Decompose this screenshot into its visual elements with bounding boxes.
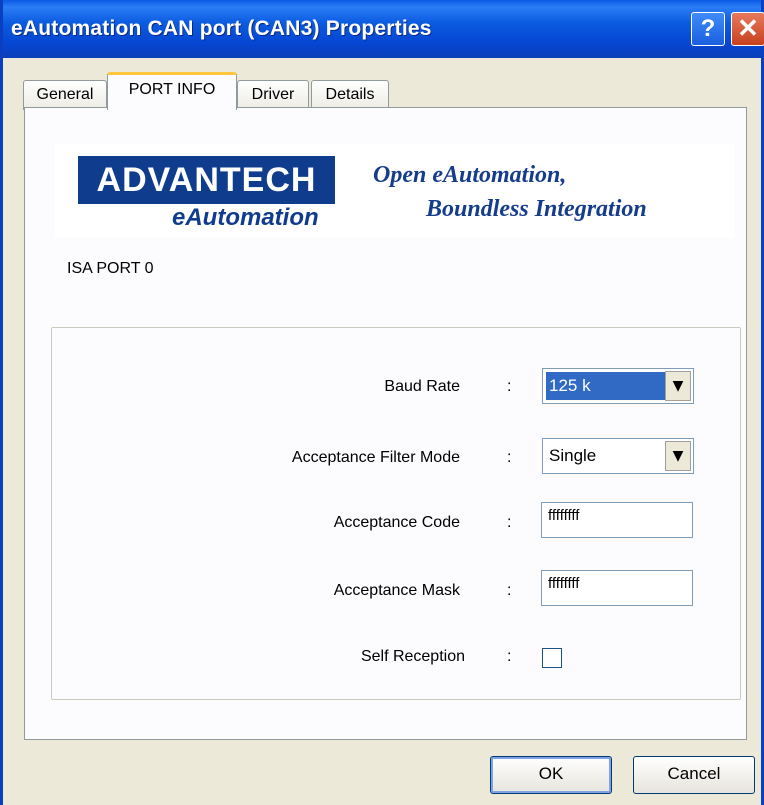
acceptance-code-colon: : — [507, 514, 512, 531]
help-icon[interactable]: ? — [691, 12, 725, 46]
acceptance-code-field[interactable]: ffffffff — [541, 502, 693, 538]
baud-rate-colon: : — [507, 378, 512, 395]
filter-mode-label: Acceptance Filter Mode — [291, 449, 460, 466]
tab-port-info[interactable]: PORT INFO — [107, 72, 237, 110]
tab-driver[interactable]: Driver — [237, 80, 309, 110]
acceptance-mask-field[interactable]: ffffffff — [541, 570, 693, 606]
window-title: eAutomation CAN port (CAN3) Properties — [11, 17, 432, 40]
baud-rate-value: 125 k — [546, 372, 666, 400]
chevron-down-icon[interactable]: ▼ — [665, 371, 691, 401]
title-bar[interactable]: eAutomation CAN port (CAN3) Properties ?… — [3, 0, 764, 58]
chevron-down-icon[interactable]: ▼ — [665, 441, 691, 471]
self-reception-colon: : — [507, 648, 512, 665]
filter-mode-value: Single — [549, 446, 597, 465]
advantech-banner: ADVANTECH eAutomation Open eAutomation, … — [55, 144, 735, 238]
tab-general[interactable]: General — [23, 80, 107, 110]
properties-dialog: eAutomation CAN port (CAN3) Properties ?… — [0, 0, 764, 805]
acceptance-mask-label: Acceptance Mask — [333, 582, 460, 599]
close-icon[interactable]: ✕ — [731, 12, 764, 46]
port-info-panel: ADVANTECH eAutomation Open eAutomation, … — [24, 107, 747, 740]
eautomation-logo-text: eAutomation — [172, 204, 319, 231]
self-reception-checkbox[interactable] — [542, 648, 562, 668]
acceptance-code-label: Acceptance Code — [333, 514, 460, 531]
slogan-line-1: Open eAutomation, — [373, 162, 567, 188]
advantech-logo: ADVANTECH — [78, 156, 335, 204]
filter-mode-colon: : — [507, 449, 512, 466]
baud-rate-select[interactable]: 125 k ▼ — [542, 368, 694, 404]
settings-group: Baud Rate : 125 k ▼ Acceptance Filter Mo… — [51, 327, 741, 700]
tab-details[interactable]: Details — [311, 80, 389, 110]
slogan-line-2: Boundless Integration — [426, 196, 647, 222]
ok-button[interactable]: OK — [490, 756, 612, 794]
filter-mode-select[interactable]: Single ▼ — [542, 438, 694, 474]
acceptance-mask-colon: : — [507, 582, 512, 599]
self-reception-label: Self Reception — [360, 648, 465, 665]
cancel-button[interactable]: Cancel — [633, 756, 755, 794]
baud-rate-label: Baud Rate — [384, 378, 460, 395]
port-name: ISA PORT 0 — [67, 260, 154, 277]
